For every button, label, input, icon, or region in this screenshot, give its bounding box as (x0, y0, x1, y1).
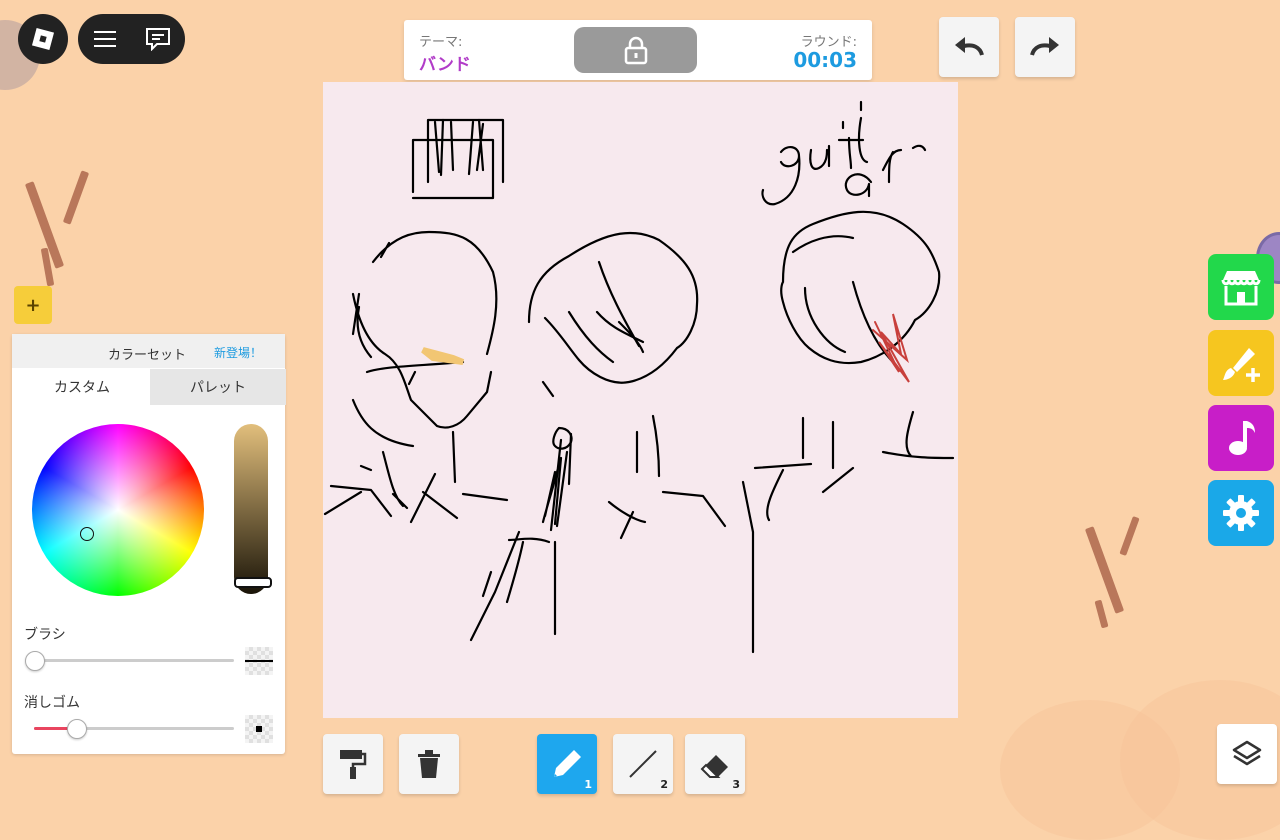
theme-bar: テーマ: バンド ラウンド: 00:03 (404, 20, 872, 80)
color-set-header[interactable]: カラーセット 新登場！ (12, 334, 285, 368)
eraser-size-track[interactable] (34, 727, 234, 730)
line-tool-button[interactable]: 2 (613, 734, 673, 794)
eraser-icon (700, 755, 728, 778)
color-wheel[interactable] (32, 424, 204, 596)
trash-icon (418, 750, 440, 778)
add-label: + (25, 294, 41, 316)
redo-button[interactable] (1015, 17, 1075, 77)
roblox-menu-group (78, 14, 185, 64)
bg-stick (1084, 526, 1125, 614)
eraser-tool-button[interactable]: 3 (685, 734, 745, 794)
brush-size-knob[interactable] (25, 651, 45, 671)
bg-stick (1094, 599, 1109, 629)
shop-button[interactable] (1208, 254, 1274, 320)
menu-icon (93, 31, 116, 47)
bg-stick (1119, 516, 1140, 556)
undo-icon (955, 37, 984, 56)
lock-button[interactable] (574, 27, 697, 73)
chat-button[interactable] (143, 24, 173, 54)
tab-palette[interactable]: パレット (150, 369, 286, 405)
paint-roller-button[interactable] (323, 734, 383, 794)
brush-size-label: ブラシ (24, 627, 66, 643)
theme-label: テーマ: (419, 35, 463, 50)
color-panel: カラーセット 新登場！ カスタム パレット ブラシ 消しゴム (12, 334, 286, 754)
drawing-canvas[interactable] (323, 82, 958, 718)
paint-roller-icon (340, 750, 367, 779)
layers-icon (1232, 740, 1262, 766)
undo-button[interactable] (939, 17, 999, 77)
add-button[interactable]: + (14, 286, 52, 324)
pencil-icon (554, 750, 581, 777)
pencil-shortcut: 1 (584, 778, 592, 791)
music-button[interactable] (1208, 405, 1274, 471)
brush-plus-icon (1223, 348, 1260, 382)
lock-icon (624, 36, 647, 65)
eraser-size-knob[interactable] (67, 719, 87, 739)
new-badge: 新登場！ (214, 346, 263, 360)
color-wheel-cursor[interactable] (80, 527, 94, 541)
round-timer: 00:03 (793, 48, 857, 72)
brightness-knob[interactable] (234, 577, 272, 588)
eraser-size-label: 消しゴム (24, 695, 80, 711)
theme-value: バンド (419, 55, 471, 75)
bg-stick (62, 170, 90, 225)
menu-button[interactable] (90, 24, 120, 54)
pencil-tool-button[interactable]: 1 (537, 734, 597, 794)
layers-button[interactable] (1217, 724, 1277, 784)
eraser-shortcut: 3 (732, 778, 740, 791)
tab-custom[interactable]: カスタム (14, 369, 150, 405)
chat-icon (146, 28, 171, 51)
settings-button[interactable] (1208, 480, 1274, 546)
gear-icon (1223, 495, 1259, 531)
roblox-logo-icon (31, 27, 55, 51)
brush-shop-button[interactable] (1208, 330, 1274, 396)
shop-icon (1221, 271, 1261, 306)
clear-canvas-button[interactable] (399, 734, 459, 794)
redo-icon (1030, 37, 1059, 56)
line-shortcut: 2 (660, 778, 668, 791)
sketch-drawing (323, 100, 955, 654)
line-icon (629, 750, 657, 778)
brightness-slider[interactable] (234, 424, 268, 594)
brush-size-track[interactable] (34, 659, 234, 662)
music-note-icon (1229, 421, 1255, 455)
brush-preview (245, 647, 273, 675)
eraser-preview (245, 715, 273, 743)
color-set-title: カラーセット (108, 348, 187, 363)
roblox-logo-button[interactable] (18, 14, 68, 64)
